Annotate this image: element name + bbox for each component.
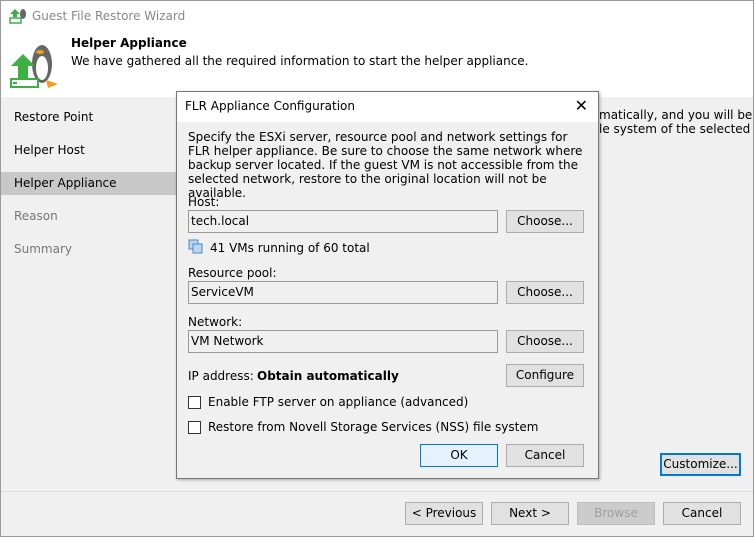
footer-divider: [1, 491, 753, 492]
close-icon[interactable]: ✕: [575, 96, 588, 115]
step-helper-appliance[interactable]: Helper Appliance: [1, 172, 177, 195]
network-label: Network:: [188, 315, 243, 329]
flr-appliance-dialog: FLR Appliance Configuration ✕ Specify th…: [176, 91, 599, 479]
dialog-description: Specify the ESXi server, resource pool a…: [188, 130, 583, 200]
description-line: le system of the selected: [599, 122, 751, 136]
ip-address-label: IP address:: [188, 369, 254, 383]
step-helper-host[interactable]: Helper Host: [1, 139, 177, 162]
title-bar: Guest File Restore Wizard: [1, 1, 753, 32]
dialog-cancel-button[interactable]: Cancel: [506, 444, 584, 467]
network-field[interactable]: VM Network: [188, 330, 498, 353]
step-summary: Summary: [14, 242, 72, 256]
host-field[interactable]: tech.local: [188, 210, 498, 233]
dialog-title: FLR Appliance Configuration: [185, 99, 355, 113]
vms-icon: [188, 239, 203, 254]
page-subtitle: We have gathered all the required inform…: [71, 54, 529, 68]
wizard-header: Helper Appliance We have gathered all th…: [1, 32, 753, 97]
cancel-button[interactable]: Cancel: [663, 502, 741, 525]
wizard-steps: Restore Point Helper Host Helper Applian…: [1, 97, 177, 491]
previous-button[interactable]: < Previous: [405, 502, 483, 525]
next-button[interactable]: Next >: [491, 502, 569, 525]
linux-appliance-icon: [10, 45, 58, 88]
configure-button[interactable]: Configure: [506, 364, 584, 387]
dialog-title-bar: FLR Appliance Configuration ✕: [177, 92, 598, 122]
host-choose-button[interactable]: Choose...: [506, 210, 584, 233]
browse-button: Browse: [577, 502, 655, 525]
window-title: Guest File Restore Wizard: [32, 9, 186, 23]
vm-status: 41 VMs running of 60 total: [210, 241, 370, 255]
ftp-checkbox[interactable]: [188, 396, 201, 409]
description-line: matically, and you will be: [599, 108, 753, 122]
resource-pool-field[interactable]: ServiceVM: [188, 281, 498, 304]
page-title: Helper Appliance: [71, 36, 187, 50]
host-label: Host:: [188, 195, 220, 209]
step-reason: Reason: [14, 209, 58, 223]
ok-button[interactable]: OK: [420, 444, 498, 467]
network-choose-button[interactable]: Choose...: [506, 330, 584, 353]
nss-label[interactable]: Restore from Novell Storage Services (NS…: [208, 420, 538, 434]
ftp-label[interactable]: Enable FTP server on appliance (advanced…: [208, 395, 468, 409]
pool-choose-button[interactable]: Choose...: [506, 281, 584, 304]
nss-checkbox[interactable]: [188, 421, 201, 434]
resource-pool-label: Resource pool:: [188, 266, 277, 280]
ip-address-value: Obtain automatically: [257, 369, 399, 383]
step-restore-point[interactable]: Restore Point: [1, 106, 177, 129]
app-icon: [9, 9, 26, 24]
customize-button[interactable]: Customize...: [660, 453, 741, 476]
appliance-description: matically, and you will be le system of …: [599, 108, 752, 136]
